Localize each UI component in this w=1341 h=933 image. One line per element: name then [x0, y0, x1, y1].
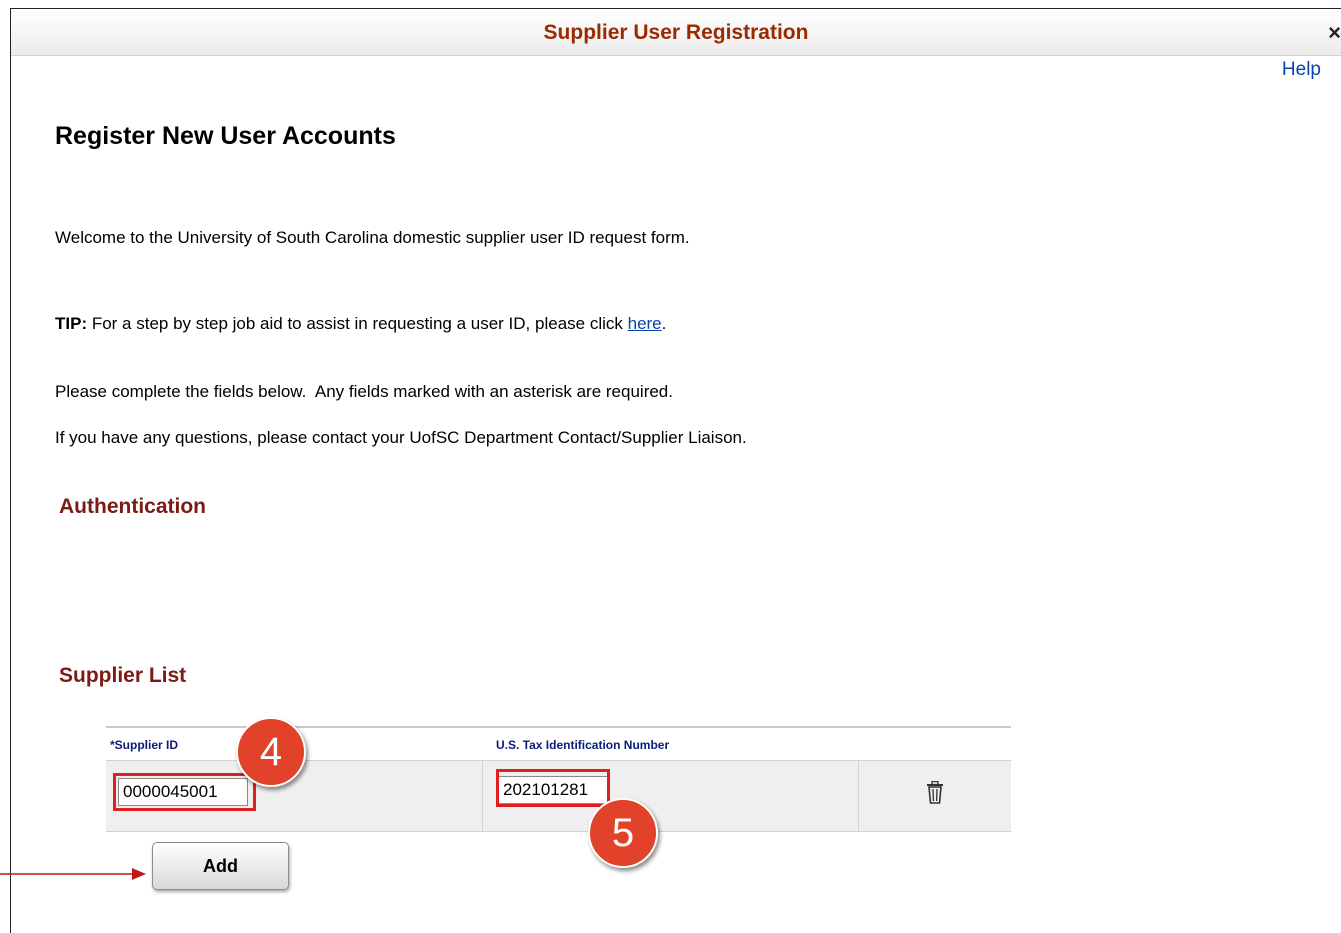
column-supplier-id: *Supplier ID: [110, 738, 179, 752]
callout-5: 5: [588, 798, 658, 868]
welcome-text: Welcome to the University of South Carol…: [55, 228, 690, 247]
close-icon[interactable]: ×: [1328, 20, 1341, 46]
here-link[interactable]: here: [628, 314, 662, 333]
tax-id-highlight: [496, 769, 610, 807]
column-tax-id: U.S. Tax Identification Number: [496, 738, 670, 752]
instructions-text: Please complete the fields below. Any fi…: [55, 382, 673, 401]
dialog-title: Supplier User Registration: [543, 21, 809, 44]
trash-icon[interactable]: [926, 781, 944, 805]
help-link[interactable]: Help: [1282, 59, 1321, 81]
page-title: Register New User Accounts: [55, 122, 396, 150]
supplier-id-highlight: [113, 773, 256, 811]
tip-body: For a step by step job aid to assist in …: [87, 314, 628, 333]
tip-end: .: [661, 314, 667, 333]
add-button[interactable]: Add: [152, 842, 289, 890]
supplier-list-heading: Supplier List: [59, 664, 187, 687]
cell-divider: [482, 761, 483, 831]
dialog-titlebar: Supplier User Registration ×: [11, 9, 1341, 56]
callout-4: 4: [236, 717, 306, 787]
pointer-arrow-icon: [0, 868, 146, 880]
contact-text: If you have any questions, please contac…: [55, 428, 747, 447]
tip-text: TIP: For a step by step job aid to assis…: [55, 314, 666, 334]
cell-divider: [858, 761, 859, 831]
tip-label: TIP:: [55, 314, 88, 333]
authentication-heading: Authentication: [59, 495, 206, 518]
